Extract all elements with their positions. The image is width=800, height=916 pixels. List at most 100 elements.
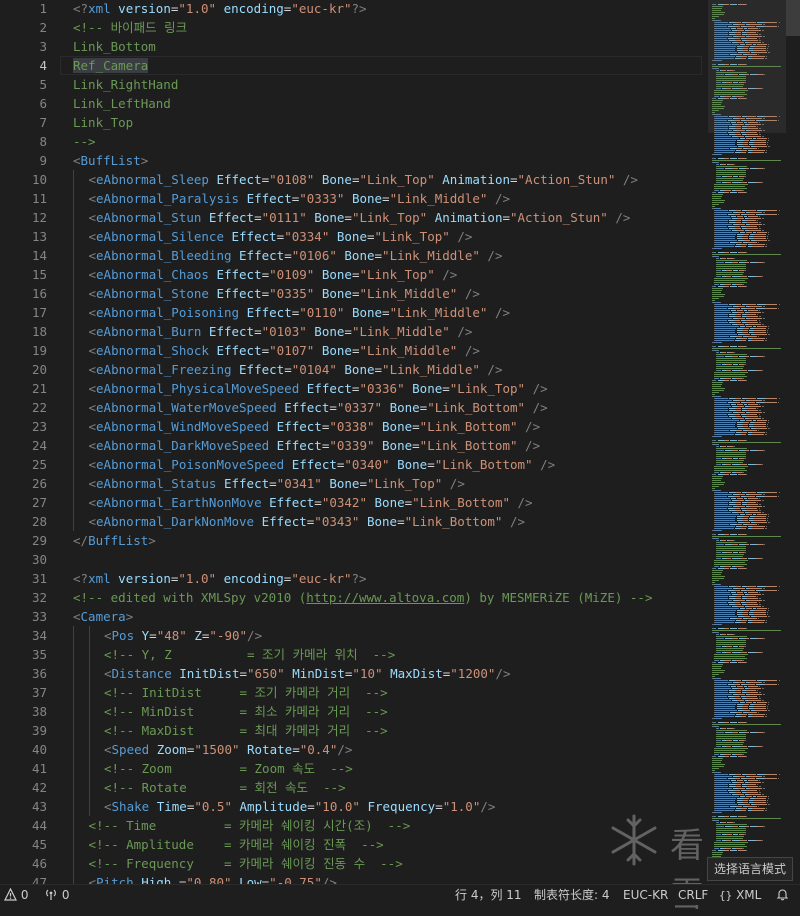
code-line[interactable]: 20 <eAbnormal_Freezing Effect="0104" Bone… [0,360,708,379]
minimap-token [714,190,720,191]
code-token: "0336" [359,381,405,396]
code-line[interactable]: 14 <eAbnormal_Bleeding Effect="0106" Bone… [0,246,708,265]
code-line[interactable]: 13 <eAbnormal_Silence Effect="0334" Bone=… [0,227,708,246]
code-line[interactable]: 37 <!-- InitDist = 조기 카메라 거리 --> [0,683,708,702]
code-token: < [88,457,97,472]
code-line[interactable]: 29 </BuffList> [0,531,708,550]
code-line[interactable]: 9 <BuffList> [0,151,708,170]
code-token: eAbnormal_DarkMoveSpeed [96,438,270,453]
line-number: 15 [31,267,47,282]
code-token: Camera [80,609,126,624]
code-token: < [104,742,112,757]
minimap-token [714,516,737,517]
code-line[interactable]: 16 <eAbnormal_Stone Effect="0335" Bone="L… [0,284,708,303]
minimap-token [747,276,756,277]
vertical-scrollbar[interactable] [786,0,800,884]
code-line[interactable]: 46 <!-- Frequency = 카메라 쉐이킹 진동 수 --> [0,854,708,873]
code-line[interactable]: 7 Link_Top [0,113,708,132]
minimap-token [714,412,732,413]
minimap-token [733,168,738,169]
code-line[interactable]: 23 <eAbnormal_WindMoveSpeed Effect="0338"… [0,417,708,436]
code-line[interactable]: 26 <eAbnormal_Status Effect="0341" Bone="… [0,474,708,493]
minimap-token [714,600,732,601]
code-line[interactable]: 32 <!-- edited with XMLSpy v2010 (http://… [0,588,708,607]
minimap-token [746,692,759,693]
minimap-token [741,528,747,529]
code-line[interactable]: 19 <eAbnormal_Shock Effect="0107" Bone="L… [0,341,708,360]
code-line[interactable]: 21 <eAbnormal_PhysicalMoveSpeed Effect="0… [0,379,708,398]
code-line[interactable]: 34 <Pos Y="48" Z="-90"/> [0,626,708,645]
code-line[interactable]: 15 <eAbnormal_Chaos Effect="0109" Bone="L… [0,265,708,284]
minimap-token [753,526,765,527]
code-line[interactable]: 41 <!-- Zoom = Zoom 속도 --> [0,759,708,778]
code-editor[interactable]: 1 <?xml version="1.0" encoding="euc-kr"?>… [0,0,708,884]
minimap-token [759,604,762,605]
minimap-token [743,328,750,329]
minimap-token [767,796,770,797]
code-token: "0333" [299,191,345,206]
code-line[interactable]: 27 <eAbnormal_EarthNonMove Effect="0342" … [0,493,708,512]
code-line[interactable]: 2 <!-- 바이패드 링크 [0,18,708,37]
minimap-token [746,586,756,587]
code-line[interactable]: 30 [0,550,708,569]
code-line[interactable]: 10 <eAbnormal_Sleep Effect="0108" Bone="L… [0,170,708,189]
code-token: Bone [344,248,375,263]
code-line[interactable]: 31 <?xml version="1.0" encoding="euc-kr"?… [0,569,708,588]
code-token: < [73,609,81,624]
code-line[interactable]: 18 <eAbnormal_Burn Effect="0103" Bone="Li… [0,322,708,341]
minimap-token [714,226,728,227]
code-line[interactable]: 24 <eAbnormal_DarkMoveSpeed Effect="0339"… [0,436,708,455]
indent-guide [73,854,74,873]
problems-indicator[interactable]: 0 [4,885,28,905]
code-line[interactable]: 22 <eAbnormal_WaterMoveSpeed Effect="0337… [0,398,708,417]
code-line[interactable]: 6 Link_LeftHand [0,94,708,113]
ports-indicator[interactable]: 0 [44,885,69,905]
file-encoding[interactable]: EUC-KR [623,885,668,905]
code-line[interactable]: 4 Ref_Camera [0,56,708,75]
line-number: 2 [39,20,47,35]
code-line[interactable]: 36 <Distance InitDist="650" MinDist="10" … [0,664,708,683]
minimap-token [759,228,762,229]
code-line[interactable]: 28 <eAbnormal_DarkNonMove Effect="0343" B… [0,512,708,531]
code-line[interactable]: 25 <eAbnormal_PoisonMoveSpeed Effect="034… [0,455,708,474]
minimap-token [718,444,720,445]
minimap-viewport-slider[interactable] [708,0,786,133]
code-line[interactable]: 45 <!-- Amplitude = 카메라 쉐이킹 진폭 --> [0,835,708,854]
minimap-token [714,712,730,713]
code-line[interactable]: 11 <eAbnormal_Paralysis Effect="0333" Bon… [0,189,708,208]
code-line[interactable]: 12 <eAbnormal_Stun Effect="0111" Bone="Li… [0,208,708,227]
minimap-token [713,628,717,629]
indent-guide [88,626,90,645]
code-line[interactable]: 33 <Camera> [0,607,708,626]
minimap-token [713,718,721,719]
minimap-token [763,506,765,507]
code-line[interactable]: 5 Link_RightHand [0,75,708,94]
code-line[interactable]: 38 <!-- MinDist = 최소 카메라 거리 --> [0,702,708,721]
line-number: 41 [31,761,47,776]
code-line[interactable]: 47 <Pitch High ="0.80" Low="-0.75"/> [0,873,708,884]
minimap-token [713,850,717,851]
minimap-token [714,510,729,511]
minimap-token [732,276,741,277]
code-line[interactable]: 1 <?xml version="1.0" encoding="euc-kr"?> [0,0,708,18]
code-line[interactable]: 17 <eAbnormal_Poisoning Effect="0110" Bon… [0,303,708,322]
minimap-token [714,504,729,505]
vertical-scrollbar-thumb[interactable] [786,0,800,36]
code-line[interactable]: 42 <!-- Rotate = 회전 속도 --> [0,778,708,797]
tab-size[interactable]: 制表符长度: 4 [534,885,610,905]
code-line[interactable]: 3 Link_Bottom [0,37,708,56]
minimap-token [716,276,722,277]
code-line[interactable]: 40 <Speed Zoom="1500" Rotate="0.4"/> [0,740,708,759]
code-line[interactable]: 39 <!-- MaxDist = 최대 카메라 거리 --> [0,721,708,740]
code-line[interactable]: 35 <!-- Y, Z = 조기 카메라 위치 --> [0,645,708,664]
code-line[interactable]: 8 --> [0,132,708,151]
cursor-position[interactable]: 行 4，列 11 [455,885,522,905]
minimap-token [745,628,748,629]
code-line[interactable]: 44 <!-- Time = 카메라 쉐이킹 시간(조) --> [0,816,708,835]
line-ending[interactable]: CRLF [678,885,708,905]
minimap-token [714,608,740,609]
language-mode[interactable]: {} XML [719,885,761,905]
notifications-bell[interactable] [776,885,789,905]
code-line[interactable]: 43 <Shake Time="0.5" Amplitude="10.0" Fre… [0,797,708,816]
